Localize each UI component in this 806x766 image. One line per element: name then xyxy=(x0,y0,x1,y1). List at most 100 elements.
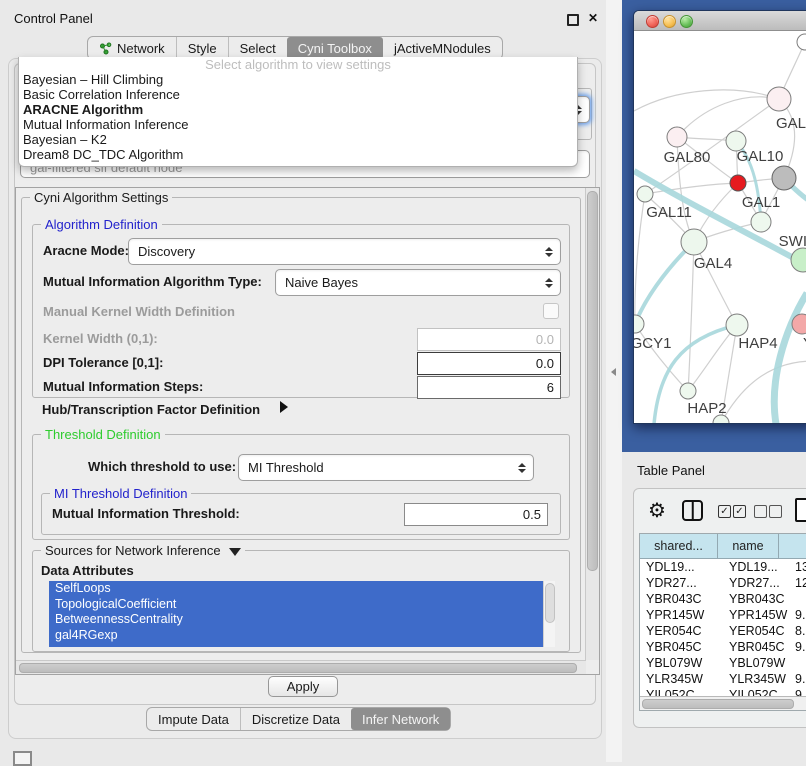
close-panel-icon[interactable]: ✕ xyxy=(588,11,598,25)
select-all-check-icon-2[interactable]: ✓ xyxy=(733,505,746,518)
column-header-shared-name[interactable]: shared... xyxy=(640,534,718,559)
list-item[interactable]: gal4RGexp xyxy=(49,628,555,644)
table-row[interactable]: YER054CYER054C8. xyxy=(640,623,806,639)
mi-threshold-field[interactable]: 0.5 xyxy=(404,503,548,526)
node-gal1[interactable] xyxy=(751,212,771,232)
kernel-width-label: Kernel Width (0,1): xyxy=(43,331,158,346)
node-gal-clipped[interactable] xyxy=(767,87,791,111)
node-gcy1[interactable] xyxy=(634,315,644,333)
table-header-row: shared... name xyxy=(640,534,806,559)
table-horizontal-scrollbar-thumb[interactable] xyxy=(642,699,794,709)
mi-threshold-group: MI Threshold Definition Mutual Informati… xyxy=(41,493,561,535)
tab-network[interactable]: Network xyxy=(88,37,176,59)
columns-icon[interactable] xyxy=(682,500,703,521)
table-row-clipped[interactable]: YIL052CYIL052C9. xyxy=(640,687,806,696)
mac-minimize-button[interactable] xyxy=(663,15,676,28)
list-item[interactable]: TopologicalCoefficient xyxy=(49,597,555,613)
cell: YBL079W xyxy=(640,655,723,671)
app-root: { "colors": { "accent_blue_title": "#222… xyxy=(0,0,806,762)
node-gal80[interactable] xyxy=(667,127,687,147)
node-label: GAL80 xyxy=(664,149,711,166)
which-threshold-value: MI Threshold xyxy=(248,460,324,475)
panel-divider[interactable] xyxy=(606,0,622,762)
cell: YBR043C xyxy=(723,591,789,607)
tab-impute-data[interactable]: Impute Data xyxy=(147,708,240,730)
table-row[interactable]: YDR27...YDR27...12 xyxy=(640,575,806,591)
dropdown-item[interactable]: Bayesian – K2 xyxy=(19,132,577,147)
network-canvas[interactable]: GAL GAL80 GAL10 GAL11 GAL1 SWI4 GAL4 GCY… xyxy=(634,31,806,424)
settings-horizontal-scrollbar-thumb[interactable] xyxy=(19,663,577,673)
column-header-clipped[interactable] xyxy=(779,534,806,559)
mi-threshold-label: Mutual Information Threshold: xyxy=(52,506,240,521)
dropdown-item[interactable]: Basic Correlation Inference xyxy=(19,87,577,102)
cell xyxy=(789,591,806,607)
deselect-box-icon-2[interactable] xyxy=(769,505,782,518)
tab-cyni-toolbox[interactable]: Cyni Toolbox xyxy=(287,37,383,59)
aracne-mode-combo[interactable]: Discovery xyxy=(128,238,561,265)
settings-vertical-scrollbar[interactable] xyxy=(585,188,599,660)
node-hap4[interactable] xyxy=(726,314,748,336)
which-threshold-combo[interactable]: MI Threshold xyxy=(238,454,534,481)
table-row[interactable]: YLR345WYLR345W9. xyxy=(640,671,806,687)
manual-kernel-checkbox[interactable] xyxy=(543,303,559,319)
cell: 12 xyxy=(789,575,806,591)
table-row[interactable]: YDL19...YDL19...13 xyxy=(640,559,806,575)
tab-infer-network[interactable]: Infer Network xyxy=(351,708,450,730)
tab-jactivemnodules[interactable]: jActiveMNodules xyxy=(383,37,502,59)
kernel-width-field[interactable]: 0.0 xyxy=(417,328,561,351)
node-gray[interactable] xyxy=(772,166,796,190)
divider-collapse-icon[interactable] xyxy=(611,368,616,376)
settings-horizontal-scrollbar[interactable] xyxy=(16,660,586,674)
node-gal4[interactable] xyxy=(681,229,707,255)
node-gal11[interactable] xyxy=(637,186,653,202)
dropdown-item-selected[interactable]: ARACNE Algorithm xyxy=(19,102,577,117)
mi-steps-label: Mutual Information Steps: xyxy=(43,379,203,394)
table-horizontal-scrollbar[interactable] xyxy=(640,696,806,710)
settings-scroll-area: Cyni Algorithm Settings Algorithm Defini… xyxy=(15,187,600,675)
mac-zoom-button[interactable] xyxy=(680,15,693,28)
cell: YLR345W xyxy=(723,671,789,687)
dropdown-item[interactable]: Bayesian – Hill Climbing xyxy=(19,72,577,87)
bottom-tabbar: Impute Data Discretize Data Infer Networ… xyxy=(146,707,451,731)
table-row[interactable]: YBR043CYBR043C xyxy=(640,591,806,607)
list-item[interactable]: BetweennessCentrality xyxy=(49,612,555,628)
select-all-check-icon[interactable]: ✓ xyxy=(718,505,731,518)
sources-collapse-arrow-icon[interactable] xyxy=(229,548,241,556)
dropdown-item[interactable]: Mutual Information Inference xyxy=(19,117,577,132)
tab-style[interactable]: Style xyxy=(176,37,228,59)
data-attributes-list[interactable]: SelfLoops TopologicalCoefficient Between… xyxy=(49,581,555,647)
node-clipped-top[interactable] xyxy=(797,34,806,50)
tab-discretize-data[interactable]: Discretize Data xyxy=(240,708,351,730)
restore-panel-icon[interactable] xyxy=(13,751,32,766)
cyni-algorithm-settings-title: Cyni Algorithm Settings xyxy=(30,190,172,205)
gear-icon[interactable]: ⚙ xyxy=(648,501,666,521)
mi-type-combo[interactable]: Naive Bayes xyxy=(275,269,561,296)
table-row[interactable]: YBL079WYBL079W xyxy=(640,655,806,671)
float-panel-icon[interactable] xyxy=(567,14,579,26)
new-table-page-icon[interactable] xyxy=(795,498,806,522)
tab-select-label: Select xyxy=(240,41,276,56)
list-vertical-scrollbar[interactable] xyxy=(543,581,555,647)
list-vertical-scrollbar-thumb[interactable] xyxy=(545,583,555,623)
table-row[interactable]: YPR145WYPR145W9. xyxy=(640,607,806,623)
apply-button[interactable]: Apply xyxy=(268,676,338,697)
cell xyxy=(789,655,806,671)
list-item[interactable]: SelfLoops xyxy=(49,581,555,597)
tab-discretize-data-label: Discretize Data xyxy=(252,712,340,727)
dpi-tolerance-field[interactable]: 0.0 xyxy=(417,352,561,375)
tab-select[interactable]: Select xyxy=(228,37,287,59)
deselect-box-icon[interactable] xyxy=(754,505,767,518)
hub-expand-arrow-icon[interactable] xyxy=(280,401,288,413)
network-window-titlebar[interactable] xyxy=(634,11,806,31)
mac-close-button[interactable] xyxy=(646,15,659,28)
mi-steps-field[interactable]: 6 xyxy=(417,376,561,399)
tab-cyni-toolbox-label: Cyni Toolbox xyxy=(298,41,372,56)
node-red[interactable] xyxy=(730,175,746,191)
tab-jactivemnodules-label: jActiveMNodules xyxy=(394,41,491,56)
column-header-name[interactable]: name xyxy=(718,534,779,559)
node-hap2[interactable] xyxy=(680,383,696,399)
table-row[interactable]: YBR045CYBR045C9. xyxy=(640,639,806,655)
dropdown-item[interactable]: Dream8 DC_TDC Algorithm xyxy=(19,147,577,162)
settings-vertical-scrollbar-thumb[interactable] xyxy=(587,191,598,571)
node-swi4[interactable] xyxy=(791,248,806,272)
